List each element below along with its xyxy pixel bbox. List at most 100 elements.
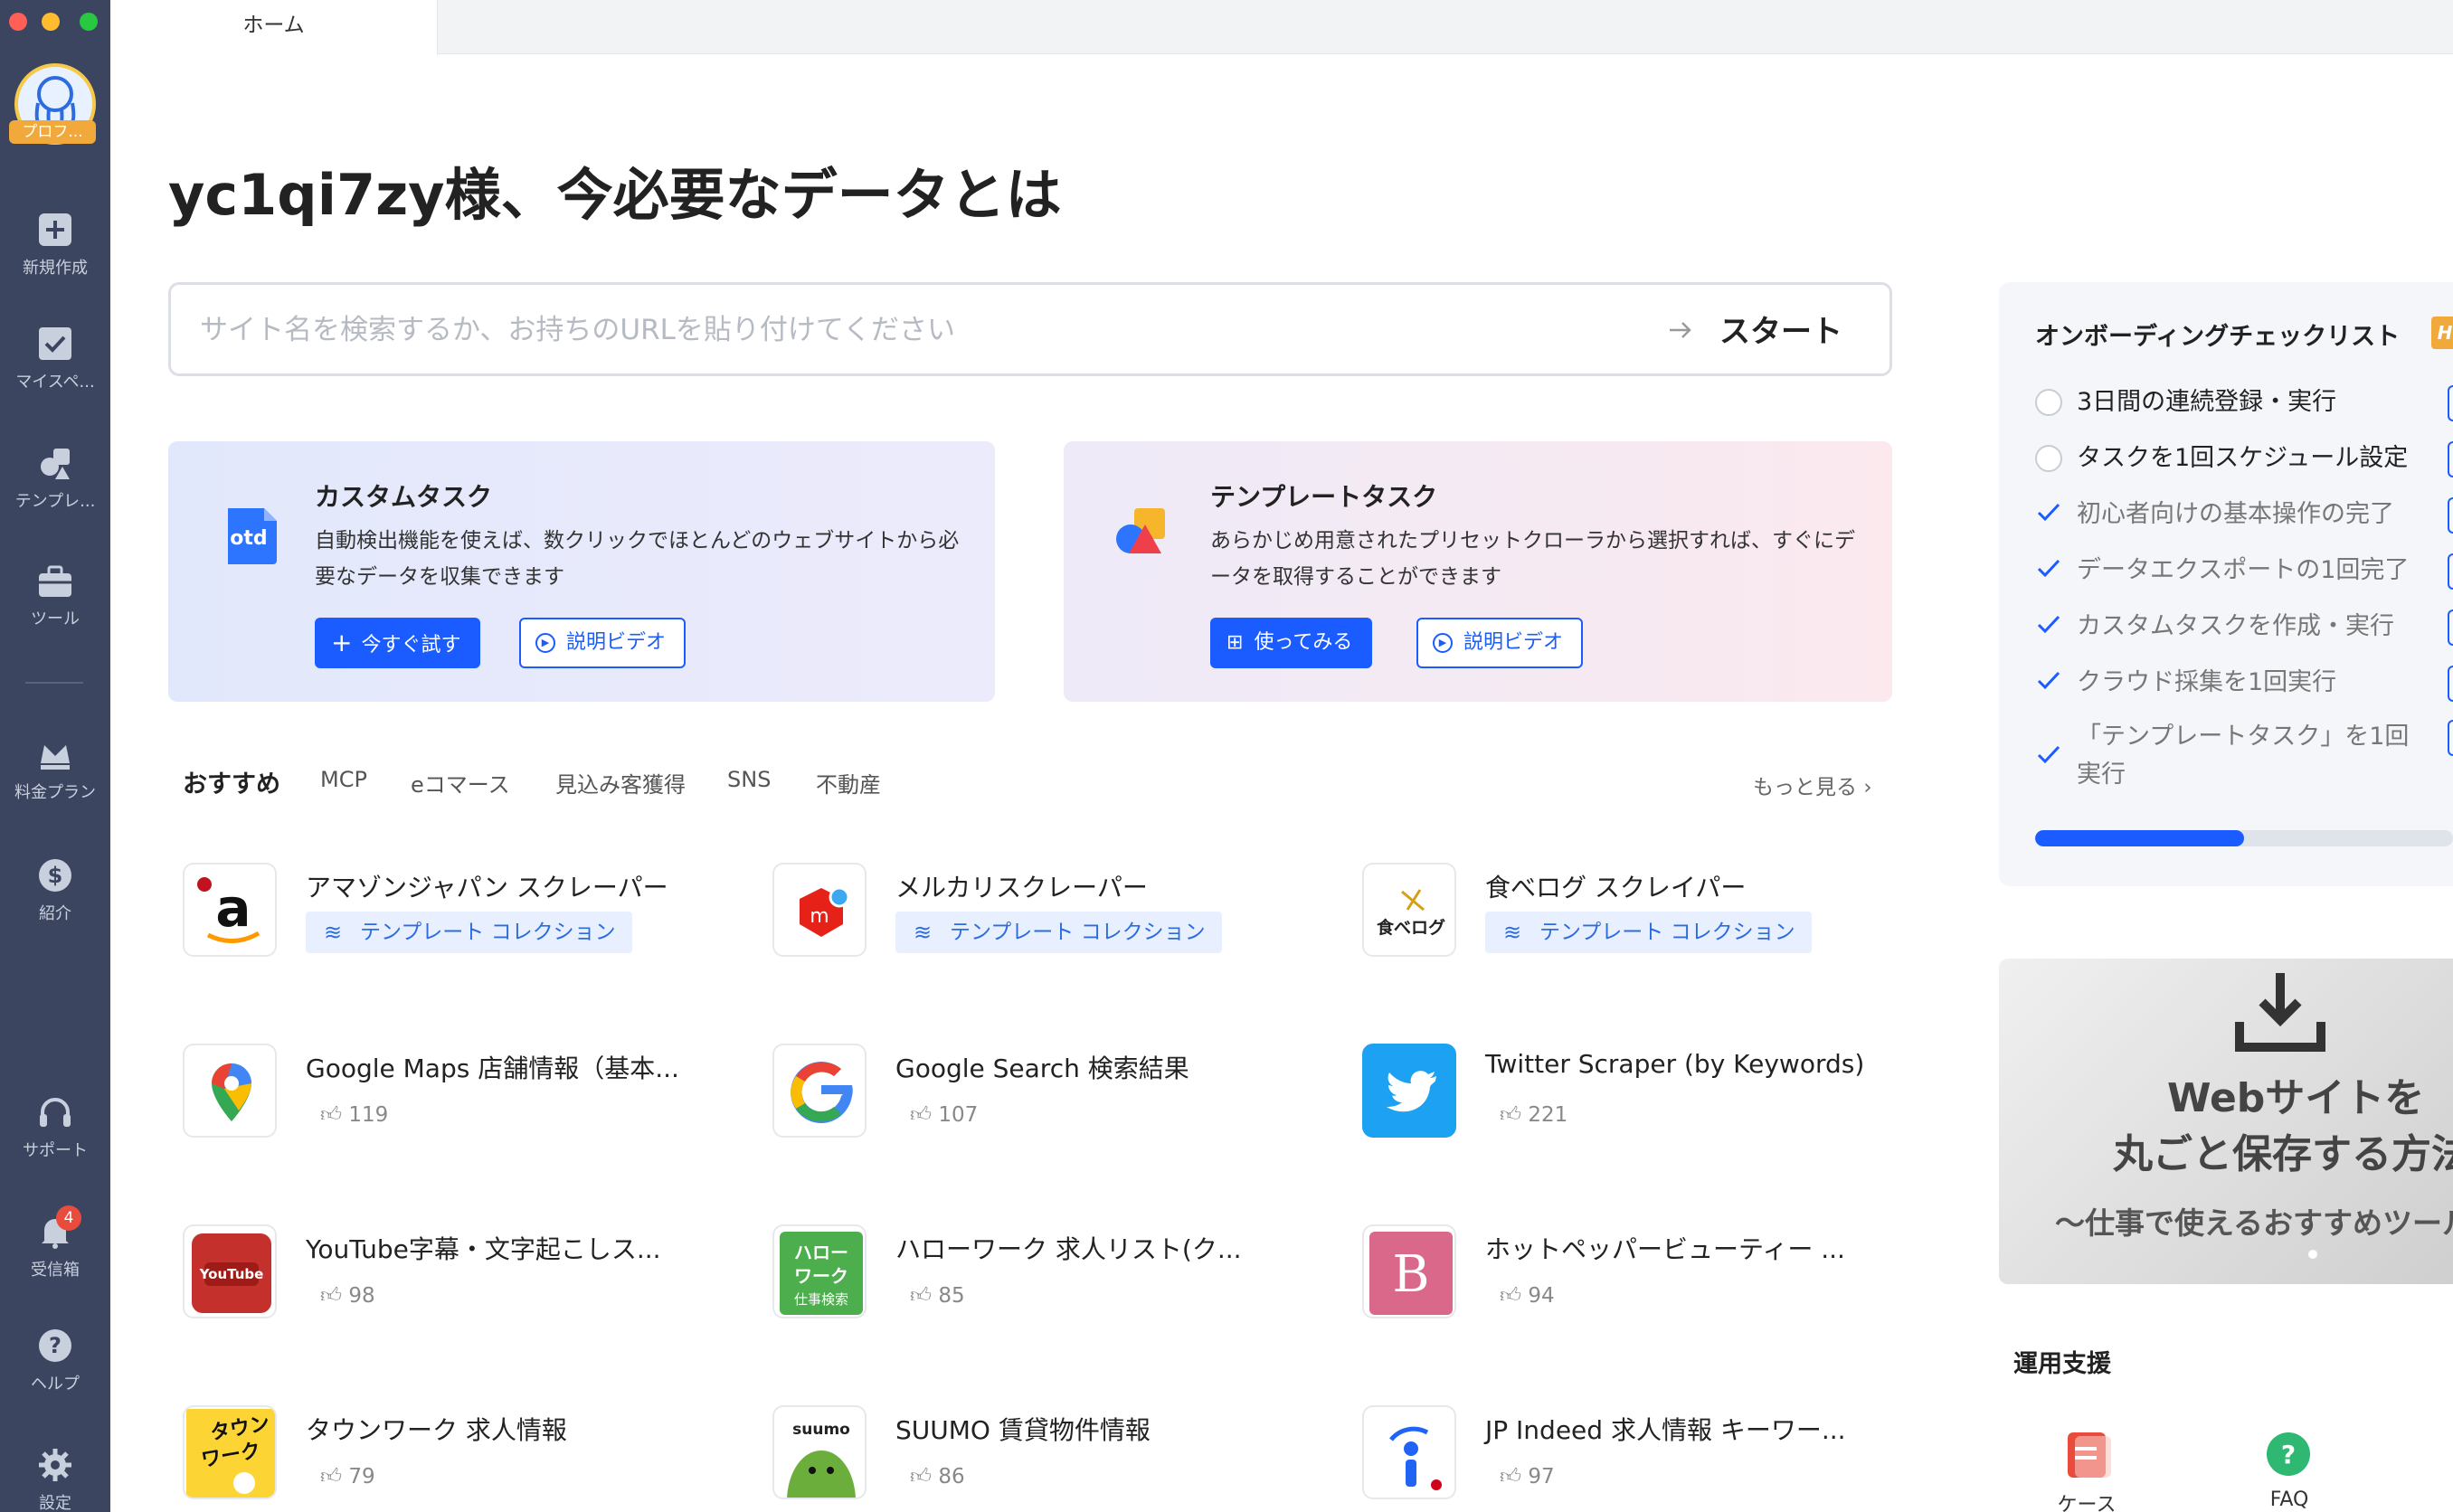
svg-text:suumo: suumo — [792, 1421, 850, 1439]
checklist-label: 初心者向けの基本操作の完了 — [2077, 500, 2394, 528]
google-logo-icon — [772, 1044, 867, 1138]
checklist-action-button[interactable] — [2448, 553, 2453, 590]
sidebar-item-tools[interactable]: ツール — [0, 562, 110, 629]
tab-mcp[interactable]: MCP — [320, 767, 367, 792]
sidebar-item-inbox[interactable]: 受信箱 — [0, 1214, 110, 1280]
template-item[interactable]: m メルカリスクレーパー ≋ テンプレート コレクション — [772, 863, 1333, 971]
tab-home[interactable]: ホーム — [110, 0, 438, 55]
template-shapes-icon — [41, 449, 70, 479]
template-item[interactable]: Google Search 検索結果 👍︎ 107 — [772, 1044, 1333, 1152]
checkmark-icon — [2037, 559, 2060, 578]
sidebar-item-referral[interactable]: $ 紹介 — [0, 857, 110, 924]
tab-real-estate[interactable]: 不動産 — [816, 767, 881, 799]
sidebar-item-label: 新規作成 — [23, 259, 88, 278]
sidebar-item-help[interactable]: ? ヘルプ — [0, 1328, 110, 1394]
try-now-button[interactable]: + 今すぐ試す — [315, 618, 481, 668]
likes-count: 👍︎ 94 — [1500, 1284, 1555, 1308]
template-item[interactable]: YouTube YouTube字幕・文字起こしス... 👍︎ 98 — [183, 1224, 743, 1333]
template-title: JP Indeed 求人情報 キーワー... — [1485, 1415, 1846, 1445]
sidebar-item-label: サポート — [23, 1141, 88, 1160]
see-more-link[interactable]: もっと見る › — [1753, 770, 1872, 800]
support-title: 運用支援 — [2013, 1350, 2111, 1378]
collection-tag[interactable]: ≋ テンプレート コレクション — [895, 912, 1222, 953]
tag-label: テンプレート コレクション — [360, 921, 616, 944]
thumbs-up-icon: 👍︎ — [1500, 1465, 1522, 1488]
checklist-label: クラウド採集を1回実行 — [2077, 668, 2337, 696]
banner-line-2: 丸ごと保存する方法 — [2113, 1131, 2453, 1177]
template-item[interactable]: B ホットペッパービューティー ... 👍︎ 94 — [1362, 1224, 1923, 1333]
thumbs-up-icon: 👍︎ — [320, 1284, 343, 1308]
sidebar-item-new[interactable]: 新規作成 — [0, 212, 110, 279]
sidebar-item-settings[interactable]: 設定 — [0, 1447, 110, 1512]
document-icon — [2068, 1432, 2111, 1478]
checklist-action-button[interactable] — [2448, 441, 2453, 477]
radio-unchecked-icon — [2035, 389, 2062, 416]
youtube-logo-icon: YouTube — [183, 1224, 277, 1318]
likes-count: 👍︎ 97 — [1500, 1465, 1555, 1488]
thumbs-up-icon: 👍︎ — [1500, 1103, 1522, 1127]
checklist-action-button[interactable] — [2448, 720, 2453, 756]
tab-bar — [110, 0, 2453, 54]
template-item[interactable]: a アマゾンジャパン スクレーパー ≋ テンプレート コレクション — [183, 863, 743, 971]
checklist-action-button[interactable] — [2448, 610, 2453, 646]
svg-text:$: $ — [48, 863, 63, 888]
support-item-faq[interactable]: ? FAQ — [2258, 1427, 2321, 1511]
grid-icon: ⊞ — [1226, 631, 1244, 654]
custom-task-card[interactable]: otd カスタムタスク 自動検出機能を使えば、数クリックでほとんどのウェブサイト… — [168, 441, 995, 702]
carousel-dot[interactable] — [2308, 1250, 2317, 1259]
plus-square-icon — [39, 213, 71, 246]
svg-text:?: ? — [2281, 1440, 2296, 1469]
twitter-logo-icon — [1362, 1044, 1456, 1138]
sidebar-item-support[interactable]: サポート — [0, 1094, 110, 1161]
template-task-logo-icon — [1116, 508, 1165, 553]
template-item[interactable]: 食べログ 食べログ スクレイパー ≋ テンプレート コレクション — [1362, 863, 1923, 971]
window-maximize-button[interactable] — [80, 13, 98, 31]
collection-tag[interactable]: ≋ テンプレート コレクション — [306, 912, 632, 953]
chevron-right-icon: › — [1863, 776, 1872, 799]
tab-sns[interactable]: SNS — [727, 767, 771, 792]
support-item-case[interactable]: ケース — [2055, 1427, 2118, 1512]
onboarding-checklist: オンボーディングチェックリスト H 3日間の連続登録・実行 タスクを1回スケジュ… — [1999, 282, 2453, 886]
townwork-logo-icon: タウン ワーク — [183, 1405, 277, 1499]
collection-tag[interactable]: ≋ テンプレート コレクション — [1485, 912, 1812, 953]
banner-line-1: Webサイトを — [2167, 1075, 2425, 1121]
tab-recommended[interactable]: おすすめ — [183, 764, 280, 799]
sidebar-item-label: マイスペ... — [15, 373, 95, 392]
tab-ecommerce[interactable]: eコマース — [411, 767, 510, 799]
window-minimize-button[interactable] — [42, 13, 60, 31]
checkmark-icon — [2037, 745, 2060, 764]
svg-text:B: B — [1392, 1245, 1429, 1304]
checklist-label: 「テンプレートタスク」を1回 — [2077, 723, 2410, 751]
search-input[interactable] — [200, 307, 1557, 354]
sidebar-item-templates[interactable]: テンプレ... — [0, 445, 110, 512]
crown-icon — [41, 745, 70, 770]
template-item[interactable]: JP Indeed 求人情報 キーワー... 👍︎ 97 — [1362, 1405, 1923, 1512]
profile-badge[interactable]: プロフ... — [9, 120, 96, 144]
template-task-card[interactable]: テンプレートタスク あらかじめ用意されたプリセットクローラから選択すれば、すぐに… — [1064, 441, 1892, 702]
template-item[interactable]: ハロー ワーク 仕事検索 ハローワーク 求人リスト(ク... 👍︎ 85 — [772, 1224, 1333, 1333]
template-video-button[interactable]: ▶ 説明ビデオ — [1416, 618, 1584, 668]
start-button[interactable]: スタート — [1719, 307, 1842, 351]
checklist-action-button[interactable] — [2448, 385, 2453, 421]
template-item[interactable]: タウン ワーク タウンワーク 求人情報 👍︎ 79 — [183, 1405, 743, 1512]
sidebar-item-myspace[interactable]: マイスペ... — [0, 326, 110, 392]
template-item[interactable]: suumo SUUMO 賃貸物件情報 👍︎ 86 — [772, 1405, 1333, 1512]
sidebar-item-label: ツール — [31, 610, 80, 628]
video-label: 説明ビデオ — [1463, 631, 1564, 654]
radio-unchecked-icon — [2035, 445, 2062, 472]
custom-video-button[interactable]: ▶ 説明ビデオ — [519, 618, 687, 668]
checklist-action-button[interactable] — [2448, 497, 2453, 534]
see-more-label: もっと見る — [1753, 776, 1857, 799]
promo-banner[interactable]: Webサイトを 丸ごと保存する方法 〜仕事で使えるおすすめツール — [1999, 959, 2453, 1284]
template-item[interactable]: Google Maps 店舗情報（基本... 👍︎ 119 — [183, 1044, 743, 1152]
thumbs-up-icon: 👍︎ — [910, 1465, 933, 1488]
sidebar-item-label: テンプレ... — [14, 492, 96, 511]
custom-task-logo-text: otd — [230, 527, 267, 550]
sidebar-item-pricing[interactable]: 料金プラン — [0, 736, 110, 803]
window-close-button[interactable] — [9, 13, 27, 31]
checklist-action-button[interactable] — [2448, 666, 2453, 702]
tab-lead-generation[interactable]: 見込み客獲得 — [555, 767, 686, 799]
download-icon — [2235, 973, 2325, 1052]
template-item[interactable]: Twitter Scraper (by Keywords) 👍︎ 221 — [1362, 1044, 1923, 1152]
use-template-button[interactable]: ⊞ 使ってみる — [1210, 618, 1373, 668]
